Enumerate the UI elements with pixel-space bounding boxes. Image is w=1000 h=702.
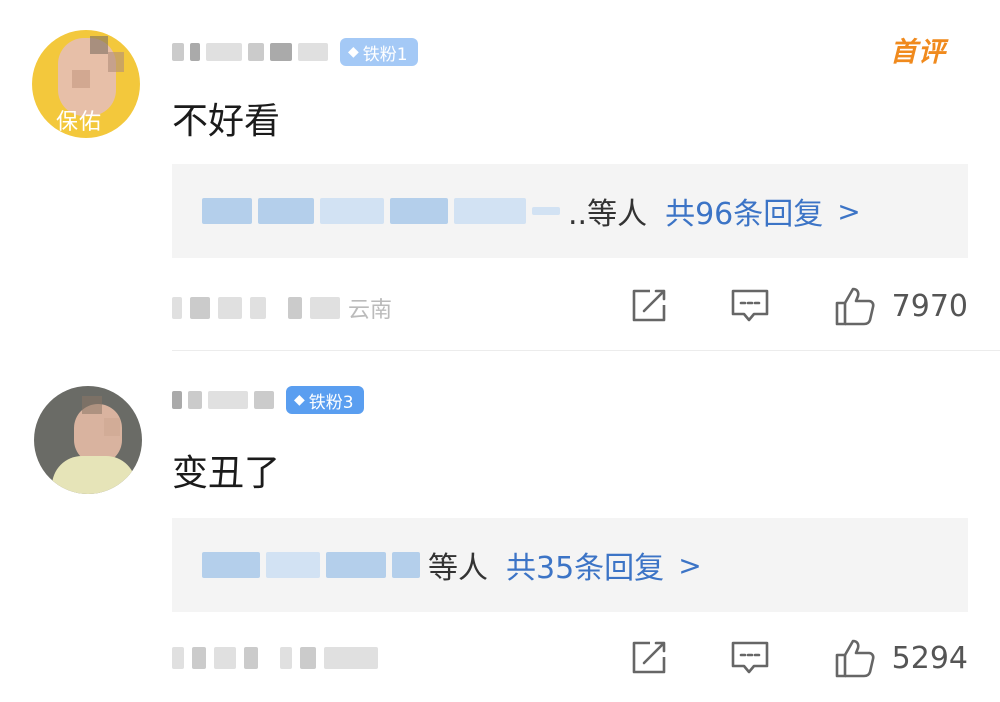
comment-item: 保佑 ◆ 铁粉1 首评 不好看 ..等人 共96条回复 > 云南 7970 [0,0,1000,352]
username-row[interactable]: ◆ 铁粉1 [172,36,418,68]
timestamp-blurred [192,647,206,669]
diamond-icon: ◆ [348,44,359,60]
comment-divider [172,350,1000,351]
username-blurred [254,391,274,409]
replier-blurred [266,552,320,578]
timestamp-blurred [280,647,292,669]
location-text: 云南 [348,298,393,323]
username-blurred [248,43,264,61]
first-comment-tag: 首评 [890,37,946,68]
timestamp-blurred [244,647,258,669]
share-button[interactable] [630,288,668,324]
reply-preview[interactable]: ..等人 共96条回复 > [172,164,968,258]
timestamp-blurred [288,297,302,319]
username-blurred [270,43,292,61]
action-bar: 5294 [630,636,968,680]
timestamp-blurred [172,647,184,669]
fan-badge[interactable]: ◆ 铁粉3 [286,386,364,414]
comment-meta: 云南 [172,288,392,328]
username-blurred [298,43,328,61]
diamond-icon: ◆ [294,392,305,408]
action-bar: 7970 [630,284,968,328]
reply-button[interactable] [730,287,770,325]
comment-icon [731,641,768,674]
location-blurred [300,647,316,669]
timestamp-blurred [214,647,236,669]
reply-button[interactable] [730,639,770,677]
share-icon [632,641,665,674]
replier-blurred [202,198,252,224]
fan-badge-label: 铁粉1 [362,44,408,65]
avatar-text: 保佑 [56,110,103,135]
chevron-right-icon: > [837,194,861,228]
share-button[interactable] [630,640,668,676]
avatar-mosaic [104,418,120,436]
replier-blurred [532,207,560,215]
avatar-mosaic [90,36,108,54]
comment-text: 不好看 [172,101,281,142]
avatar[interactable] [34,386,142,494]
chevron-right-icon: > [678,548,702,582]
avatar-mosaic [108,52,124,72]
comment-item: ◆ 铁粉3 变丑了 等人 共35条回复 > 5294 [0,352,1000,702]
fan-badge[interactable]: ◆ 铁粉1 [340,38,418,66]
username-blurred [172,43,184,61]
avatar[interactable]: 保佑 [32,30,140,138]
share-icon [632,289,665,322]
like-count: 5294 [891,640,968,676]
replier-blurred [390,198,448,224]
like-button[interactable]: 5294 [834,637,968,679]
reply-others: 等人 [428,551,488,586]
comment-text: 变丑了 [172,453,281,494]
username-blurred [172,391,182,409]
timestamp-blurred [172,297,182,319]
timestamp-blurred [250,297,266,319]
replier-blurred [326,552,386,578]
like-count: 7970 [891,288,968,324]
fan-badge-label: 铁粉3 [308,392,354,413]
timestamp-blurred [190,297,210,319]
username-blurred [208,391,248,409]
timestamp-blurred [218,297,242,319]
avatar-mosaic [72,70,90,88]
username-blurred [188,391,202,409]
avatar-mosaic [82,396,102,414]
replier-blurred [454,198,526,224]
reply-preview[interactable]: 等人 共35条回复 > [172,518,968,612]
location-blurred [324,647,378,669]
replier-blurred [258,198,314,224]
reply-count[interactable]: 共96条回复 [665,189,823,233]
thumbs-up-icon [835,287,875,326]
reply-others: ..等人 [568,197,648,232]
comment-icon [731,289,768,322]
like-button[interactable]: 7970 [834,285,968,327]
replier-blurred [320,198,384,224]
comment-meta [172,638,386,678]
replier-blurred [392,552,420,578]
username-blurred [190,43,200,61]
location-blurred [310,297,340,319]
reply-count[interactable]: 共35条回复 [506,543,664,587]
thumbs-up-icon [835,639,875,678]
replier-blurred [202,552,260,578]
username-blurred [206,43,242,61]
username-row[interactable]: ◆ 铁粉3 [172,384,364,416]
avatar-dress [52,456,136,494]
